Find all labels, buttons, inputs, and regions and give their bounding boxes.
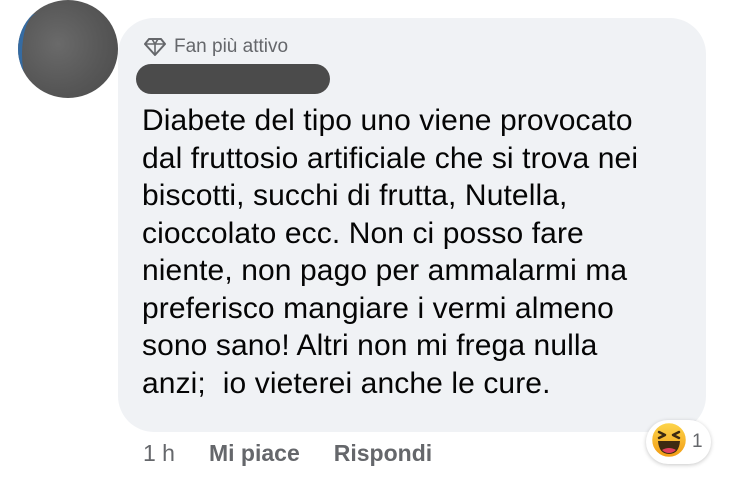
diamond-icon	[144, 37, 166, 57]
comment-line: dal fruttosio artificiale che si trova n…	[142, 141, 639, 175]
comment-line: niente, non pago per ammalarmi ma	[142, 254, 628, 287]
comment-line: sono sano! Altri non mi frega nulla	[142, 329, 598, 362]
comment-line: cioccolato ecc. Non ci posso fare	[142, 216, 584, 250]
author-name-redacted[interactable]	[136, 64, 330, 94]
reaction-count: 1	[692, 431, 703, 452]
comment-screen: Fan più attivo Diabete del tipo uno vien…	[0, 0, 750, 494]
avatar[interactable]	[18, 0, 118, 98]
top-fan-badge: Fan più attivo	[144, 35, 288, 59]
comment-actions: 1 h Mi piace Rispondi	[143, 437, 432, 469]
comment-text: Diabete del tipo uno viene provocato dal…	[142, 102, 702, 402]
comment-line: preferisco mangiare i vermi almeno	[142, 291, 614, 325]
avatar-ring	[18, 14, 62, 94]
reply-button[interactable]: Rispondi	[334, 440, 432, 467]
haha-emoji-icon	[650, 421, 688, 464]
badge-label: Fan più attivo	[174, 36, 289, 57]
like-button[interactable]: Mi piace	[209, 440, 300, 467]
comment-line: biscotti, succhi di frutta, Nutella,	[142, 179, 568, 212]
timestamp[interactable]: 1 h	[143, 440, 175, 467]
comment-line: Diabete del tipo uno viene provocato	[142, 104, 633, 137]
comment-line: anzi; io vieterei anche le cure.	[142, 366, 551, 400]
reaction-summary[interactable]: 1	[646, 420, 711, 464]
